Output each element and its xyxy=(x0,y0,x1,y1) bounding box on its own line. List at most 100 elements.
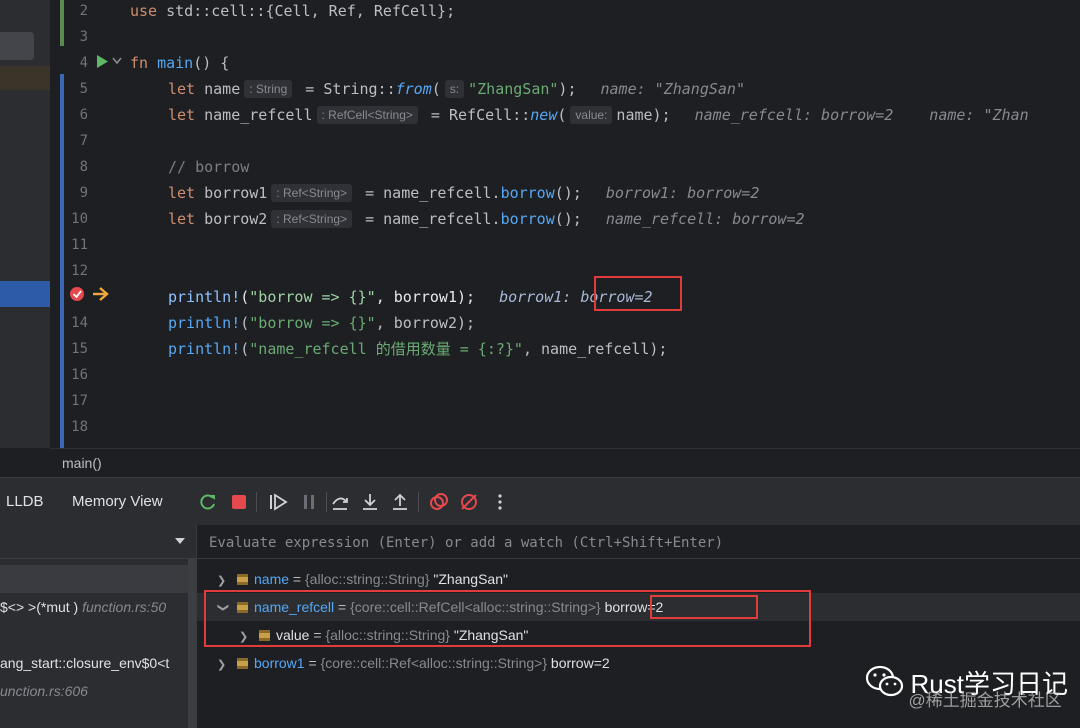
code-line-15: println!("name_refcell 的借用数量 = {:?}", na… xyxy=(168,336,667,362)
code-text: , name_refcell); xyxy=(522,340,668,358)
code-text: = name_refcell. xyxy=(356,184,501,202)
string-literal: "ZhangSan" xyxy=(468,80,559,98)
macro-call: println! xyxy=(168,340,241,358)
toolbar-separator xyxy=(418,492,419,512)
keyword: let xyxy=(168,80,196,98)
keyword: use xyxy=(130,2,158,20)
line-number: 6 xyxy=(79,107,88,123)
step-out-icon[interactable] xyxy=(390,492,410,512)
pause-icon[interactable] xyxy=(299,492,319,512)
execution-arrow-icon xyxy=(93,287,109,301)
mute-breakpoints-icon[interactable] xyxy=(459,492,479,512)
parameter-hint: s: xyxy=(444,80,465,98)
code-line-4: fn main() { xyxy=(130,50,229,76)
code-line-6: let name_refcell: RefCell<String> = RefC… xyxy=(168,102,1029,128)
variable-equals: = xyxy=(304,655,321,671)
code-line-9: let borrow1: Ref<String> = name_refcell.… xyxy=(168,180,759,206)
line-number: 3 xyxy=(79,29,88,45)
resume-icon[interactable] xyxy=(268,492,288,512)
frame-row[interactable]: $<> >(*mut ) function.rs:50 xyxy=(0,593,188,621)
evaluate-expression-input[interactable] xyxy=(207,531,1071,555)
line-number: 12 xyxy=(71,263,88,279)
line-number: 16 xyxy=(71,367,88,383)
fold-chevron-icon[interactable] xyxy=(112,57,122,65)
highlight-box-borrow-value xyxy=(650,595,758,619)
breakpoint-icon[interactable] xyxy=(69,285,87,303)
variable-value: borrow=2 xyxy=(547,655,610,671)
code-text: borrow1 xyxy=(195,184,268,202)
code-text: = String:: xyxy=(296,80,396,98)
line-number: 18 xyxy=(71,419,88,435)
line-number: 5 xyxy=(79,81,88,97)
code-text: = RefCell:: xyxy=(421,106,531,124)
tab-memory-view[interactable]: Memory View xyxy=(72,478,163,526)
variable-equals: = xyxy=(289,571,305,587)
type-hint: : RefCell<String> xyxy=(316,106,418,124)
project-tree-selection[interactable] xyxy=(0,32,34,60)
line-number: 15 xyxy=(71,341,88,357)
dropdown-icon[interactable] xyxy=(174,537,186,545)
inline-debug-value: name: "Zhan xyxy=(929,106,1029,124)
rerun-icon[interactable] xyxy=(198,492,218,512)
highlight-box-editor xyxy=(594,276,682,311)
step-over-icon[interactable] xyxy=(330,492,350,512)
line-number: 14 xyxy=(71,315,88,331)
field-icon xyxy=(237,658,248,669)
code-line-14: println!("borrow => {}", borrow2); xyxy=(168,310,475,336)
keyword: let xyxy=(168,106,196,124)
thread-selector[interactable] xyxy=(0,525,196,559)
code-text: , borrow1); xyxy=(375,288,476,306)
breadcrumb-item[interactable]: main() xyxy=(50,455,102,471)
function-call: from xyxy=(395,80,432,98)
code-text: (); xyxy=(554,210,582,228)
code-line-2: use std::cell::{Cell, Ref, RefCell}; xyxy=(130,0,455,24)
code-text: std::cell::{Cell, Ref, RefCell}; xyxy=(157,2,456,20)
step-into-icon[interactable] xyxy=(360,492,380,512)
inline-debug-value: name_refcell: borrow=2 xyxy=(694,106,894,124)
function-name: main xyxy=(148,54,194,72)
inline-debug-value: borrow1: borrow=2 xyxy=(605,184,760,202)
type-hint: : Ref<String> xyxy=(271,210,353,228)
type-hint: : Ref<String> xyxy=(271,184,353,202)
line-number: 10 xyxy=(71,211,88,227)
breadcrumb[interactable]: main() xyxy=(50,448,1080,477)
code-text: borrow2 xyxy=(195,210,268,228)
keyword: let xyxy=(168,184,196,202)
inline-debug-value: name_refcell: borrow=2 xyxy=(605,210,805,228)
code-line-5: let name: String = String::from(s: "Zhang… xyxy=(168,76,745,102)
variable-row[interactable]: ❯ name = {alloc::string::String} "ZhangSa… xyxy=(197,565,1080,593)
more-icon[interactable] xyxy=(490,492,510,512)
expand-arrow-icon[interactable]: ❯ xyxy=(217,651,229,679)
editor-gutter[interactable]: 2 3 4 5 6 7 8 9 10 11 12 14 15 16 17 18 xyxy=(50,0,129,448)
toolbar-separator xyxy=(326,492,327,512)
watermark-subtitle: @稀土掘金技术社区 xyxy=(908,691,1062,710)
variable-value: "ZhangSan" xyxy=(429,571,508,587)
frame-function: $<> >(*mut ) xyxy=(0,599,79,615)
tab-lldb[interactable]: LLDB xyxy=(6,478,44,526)
code-line-10: let borrow2: Ref<String> = name_refcell.… xyxy=(168,206,805,232)
parameter-hint: value: xyxy=(570,106,613,124)
line-number: 8 xyxy=(79,159,88,175)
frame-row-selected[interactable] xyxy=(0,565,188,593)
code-editor[interactable]: use std::cell::{Cell, Ref, RefCell}; fn … xyxy=(128,0,1080,448)
code-text: name xyxy=(195,80,241,98)
stop-icon[interactable] xyxy=(229,492,249,512)
variable-name: name xyxy=(254,571,290,587)
code-text: ( xyxy=(431,80,441,98)
variable-name: borrow1 xyxy=(254,655,305,671)
frames-scrollbar[interactable] xyxy=(188,558,196,728)
wechat-icon xyxy=(865,665,903,697)
frame-row[interactable]: unction.rs:606 xyxy=(0,677,188,705)
evaluate-bar xyxy=(197,525,1080,559)
run-gutter-icon[interactable] xyxy=(96,55,108,68)
code-text: ( xyxy=(240,314,250,332)
function-call: new xyxy=(530,106,558,124)
macro-call: println! xyxy=(168,288,241,306)
frame-file: unction.rs:606 xyxy=(0,683,88,699)
frame-row[interactable]: ang_start::closure_env$0<t xyxy=(0,649,188,677)
code-text: () { xyxy=(193,54,230,72)
string-literal: "borrow => {}" xyxy=(249,288,376,306)
code-comment: // borrow xyxy=(168,158,250,176)
line-number: 4 xyxy=(79,55,88,71)
view-breakpoints-icon[interactable] xyxy=(429,492,449,512)
